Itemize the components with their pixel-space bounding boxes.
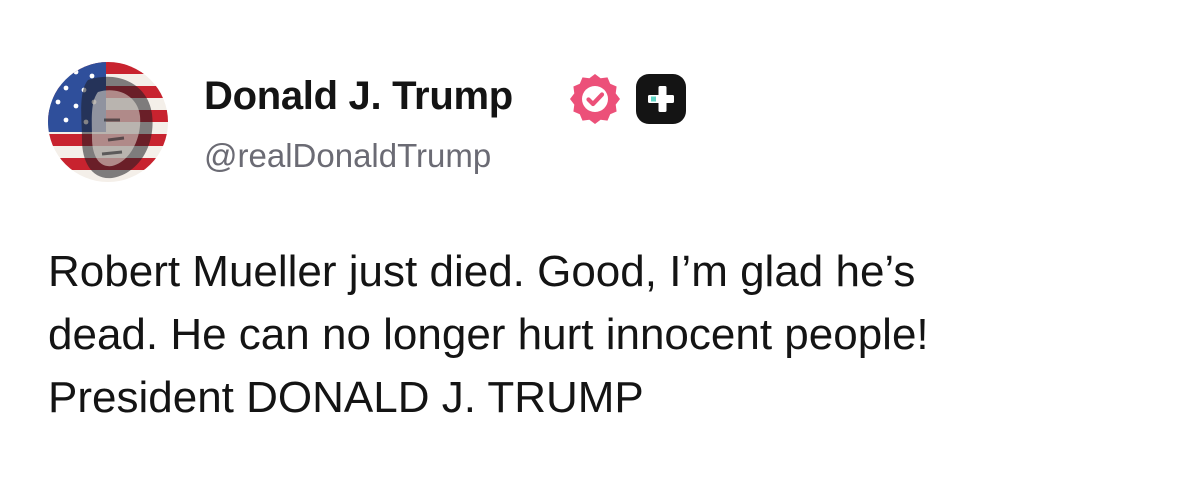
display-name[interactable]: Donald J. Trump	[204, 72, 513, 120]
post-text-line: Robert Mueller just died. Good, I’m glad…	[48, 247, 916, 296]
post-text-line: President DONALD J. TRUMP	[48, 373, 644, 422]
user-handle[interactable]: @realDonaldTrump	[204, 136, 491, 176]
post-text-line: dead. He can no longer hurt innocent peo…	[48, 310, 929, 359]
post-text: Robert Mueller just died. Good, I’m glad…	[48, 240, 1168, 429]
post-card: Donald J. Trump @realDonaldTrump Robert …	[0, 0, 1200, 492]
verified-badge-icon	[568, 72, 622, 126]
flag-portrait-avatar-icon	[48, 62, 168, 182]
avatar[interactable]	[48, 62, 168, 182]
plus-badge-icon	[636, 74, 686, 124]
